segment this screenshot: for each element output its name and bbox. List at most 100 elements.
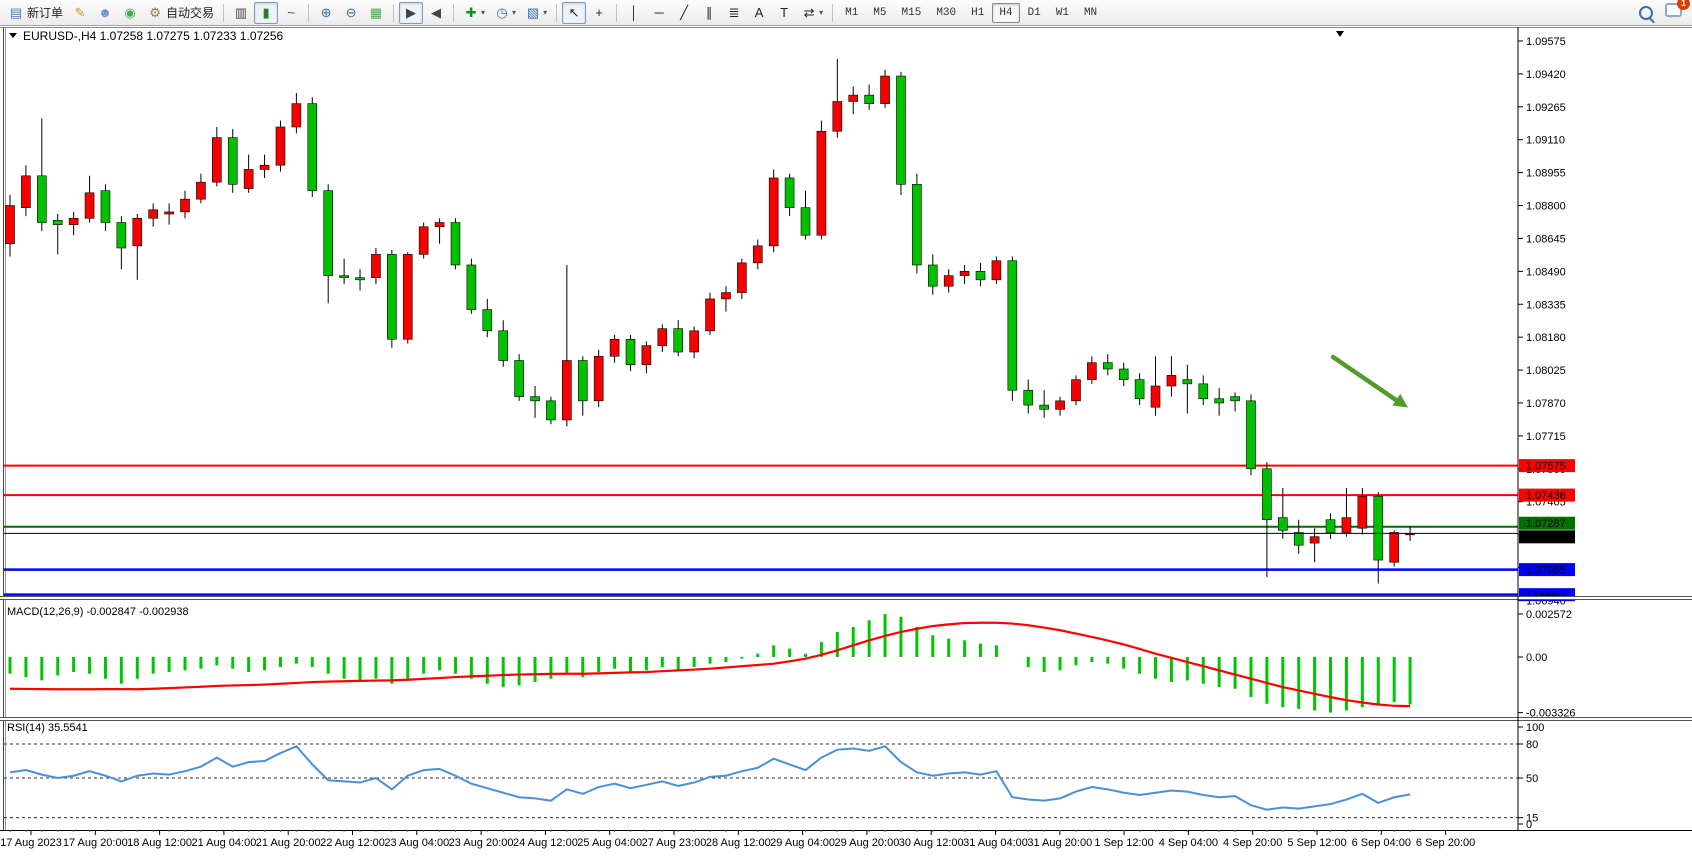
candle — [117, 223, 126, 248]
macd-label: MACD(12,26,9) -0.002847 -0.002938 — [7, 606, 189, 618]
text-label-icon: T — [776, 5, 792, 21]
zoom-in-button[interactable]: ⊕ — [314, 2, 338, 24]
price-tick-label: 1.08955 — [1526, 168, 1566, 180]
text-label-button[interactable]: T — [772, 2, 796, 24]
toolbar-separator — [616, 4, 617, 22]
toolbar-right-group: 1 — [1639, 3, 1682, 22]
trendline-button[interactable]: ╱ — [672, 2, 696, 24]
vertical-line-icon: │ — [626, 5, 642, 21]
arrows-button[interactable]: ⇄▾ — [797, 2, 827, 24]
text-button[interactable]: A — [747, 2, 771, 24]
channel-button[interactable]: ∥ — [697, 2, 721, 24]
candle — [6, 206, 15, 244]
candle — [260, 165, 269, 169]
fibonacci-button[interactable]: ≣ — [722, 2, 746, 24]
cursor-button[interactable]: ↖ — [562, 2, 586, 24]
tile-windows-button[interactable]: ▦ — [364, 2, 388, 24]
macd-tick-label: 0.002572 — [1526, 609, 1572, 621]
candle — [1215, 399, 1224, 403]
new-order-icon: ▤ — [8, 5, 24, 21]
arrows-icon: ⇄ — [801, 5, 817, 21]
candle — [610, 339, 619, 356]
line-chart-button[interactable]: ~ — [279, 2, 303, 24]
price-tick-label: 1.08645 — [1526, 233, 1566, 245]
auto-trading-button[interactable]: ⚙自动交易 — [143, 2, 218, 24]
chat-button[interactable]: 1 — [1665, 3, 1682, 22]
candlestick-chart-button[interactable]: ▮ — [254, 2, 278, 24]
candle — [1151, 386, 1160, 407]
price-tick-label: 1.09265 — [1526, 102, 1566, 114]
horizontal-line-button[interactable]: ─ — [647, 2, 671, 24]
timeframe-h4-button[interactable]: H4 — [992, 3, 1019, 23]
signals-button[interactable]: ◉ — [118, 2, 142, 24]
candle — [737, 263, 746, 293]
timeframe-m1-button[interactable]: M1 — [838, 3, 865, 23]
candle — [1278, 518, 1287, 531]
candle — [21, 176, 30, 208]
toolbar-separator — [556, 4, 557, 22]
candle — [1119, 369, 1128, 380]
periods-button[interactable]: ◷▾ — [490, 2, 520, 24]
timeframe-d1-button[interactable]: D1 — [1021, 3, 1048, 23]
candle — [1040, 405, 1049, 409]
candle — [674, 329, 683, 352]
timeframe-w1-button[interactable]: W1 — [1049, 3, 1076, 23]
time-tick-label: 29 Aug 04:00 — [770, 837, 835, 849]
crosshair-button[interactable]: + — [587, 2, 611, 24]
candle — [1262, 469, 1271, 520]
bar-chart-button[interactable]: ▥ — [229, 2, 253, 24]
styler-button[interactable]: ✎ — [68, 2, 92, 24]
indicators-icon: ✚ — [463, 5, 479, 21]
level-price-label-text: 1.07436 — [1526, 490, 1566, 502]
candle — [833, 102, 842, 132]
candle — [801, 208, 810, 236]
search-icon[interactable] — [1639, 6, 1653, 20]
editor-icon: ☻ — [97, 5, 113, 21]
price-tick-label: 1.09575 — [1526, 36, 1566, 48]
crosshair-icon: + — [591, 5, 607, 21]
candle — [960, 271, 969, 275]
candle — [387, 254, 396, 339]
candle — [1183, 380, 1192, 384]
price-tick-label: 1.07715 — [1526, 431, 1566, 443]
timeframe-h1-button[interactable]: H1 — [964, 3, 991, 23]
zoom-out-button[interactable]: ⊖ — [339, 2, 363, 24]
editor-button[interactable]: ☻ — [93, 2, 117, 24]
new-order-button[interactable]: ▤新订单 — [4, 2, 67, 24]
candle — [562, 361, 571, 420]
candle — [1390, 532, 1399, 562]
chart-shift-button[interactable]: ◀ — [424, 2, 448, 24]
price-tick-label: 1.08490 — [1526, 266, 1566, 278]
vertical-line-button[interactable]: │ — [622, 2, 646, 24]
candle — [1008, 261, 1017, 391]
chevron-down-icon: ▾ — [819, 8, 823, 17]
indicators-button[interactable]: ✚▾ — [459, 2, 489, 24]
timeframe-m30-button[interactable]: M30 — [929, 3, 963, 23]
new-order-button-label: 新订单 — [27, 4, 63, 21]
time-tick-label: 5 Sep 12:00 — [1287, 837, 1346, 849]
timeframe-mn-button[interactable]: MN — [1077, 3, 1104, 23]
toolbar-separator — [223, 4, 224, 22]
time-tick-label: 28 Aug 12:00 — [706, 837, 771, 849]
clock-icon: ◷ — [494, 5, 510, 21]
chevron-down-icon: ▾ — [543, 8, 547, 17]
chevron-down-icon: ▾ — [512, 8, 516, 17]
candle — [212, 138, 221, 183]
level-price-label-text: 1.07575 — [1526, 461, 1566, 473]
level-price-label-text: 1.07085 — [1526, 565, 1566, 577]
auto-scroll-button[interactable]: ▶ — [399, 2, 423, 24]
time-tick-label: 29 Aug 20:00 — [834, 837, 899, 849]
time-tick-label: 4 Sep 04:00 — [1159, 837, 1218, 849]
current-price-label-text: 1.07256 — [1526, 532, 1566, 544]
candle — [133, 218, 142, 246]
auto-trading-icon: ⚙ — [147, 5, 163, 21]
chart-window: EURUSD-,H4 1.07258 1.07275 1.07233 1.072… — [0, 27, 1692, 856]
timeframe-m15-button[interactable]: M15 — [895, 3, 929, 23]
candle — [769, 178, 778, 246]
timeframe-m5-button[interactable]: M5 — [866, 3, 893, 23]
rsi-tick-label: 50 — [1526, 773, 1538, 785]
candle — [228, 138, 237, 185]
toolbar-separator — [393, 4, 394, 22]
auto-scroll-icon: ▶ — [403, 5, 419, 21]
templates-button[interactable]: ▧▾ — [521, 2, 551, 24]
